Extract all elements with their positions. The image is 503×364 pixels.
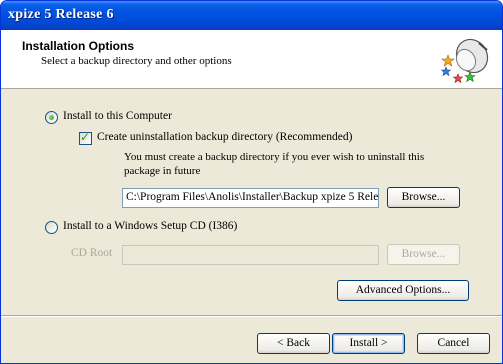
options-panel: Install to this Computer ✓ Create uninst… bbox=[1, 89, 502, 315]
footer-separator bbox=[1, 315, 502, 317]
wizard-header: Installation Options Select a backup dir… bbox=[1, 30, 502, 89]
install-cd-label[interactable]: Install to a Windows Setup CD (I386) bbox=[63, 220, 237, 232]
advanced-options-button[interactable]: Advanced Options... bbox=[337, 280, 469, 301]
backup-note-line2: package in future bbox=[124, 165, 201, 177]
backup-path-input[interactable]: C:\Program Files\Anolis\Installer\Backup… bbox=[122, 188, 379, 208]
back-button[interactable]: < Back bbox=[257, 333, 330, 354]
page-title: Installation Options bbox=[22, 39, 135, 53]
page-subtitle: Select a backup directory and other opti… bbox=[41, 55, 232, 67]
cd-root-label: CD Root bbox=[71, 247, 113, 259]
install-computer-radio[interactable] bbox=[45, 111, 58, 124]
install-button[interactable]: Install > bbox=[332, 333, 405, 354]
browse-cd-button[interactable]: Browse... bbox=[387, 244, 460, 265]
cancel-button[interactable]: Cancel bbox=[417, 333, 490, 354]
backup-note-line1: You must create a backup directory if yo… bbox=[124, 151, 425, 163]
checkmark-icon: ✓ bbox=[80, 130, 91, 144]
install-cd-radio[interactable] bbox=[45, 221, 58, 234]
installer-window: xpize 5 Release 6 Installation Options S… bbox=[0, 0, 503, 364]
install-computer-label[interactable]: Install to this Computer bbox=[63, 110, 172, 122]
installer-disk-stars-icon bbox=[440, 38, 489, 84]
browse-backup-button[interactable]: Browse... bbox=[387, 187, 460, 208]
backup-checkbox[interactable]: ✓ bbox=[79, 130, 92, 145]
cd-root-input[interactable] bbox=[122, 245, 379, 265]
window-title: xpize 5 Release 6 bbox=[8, 7, 114, 22]
title-bar[interactable]: xpize 5 Release 6 bbox=[1, 1, 502, 30]
backup-checkbox-label[interactable]: Create uninstallation backup directory (… bbox=[97, 131, 352, 143]
